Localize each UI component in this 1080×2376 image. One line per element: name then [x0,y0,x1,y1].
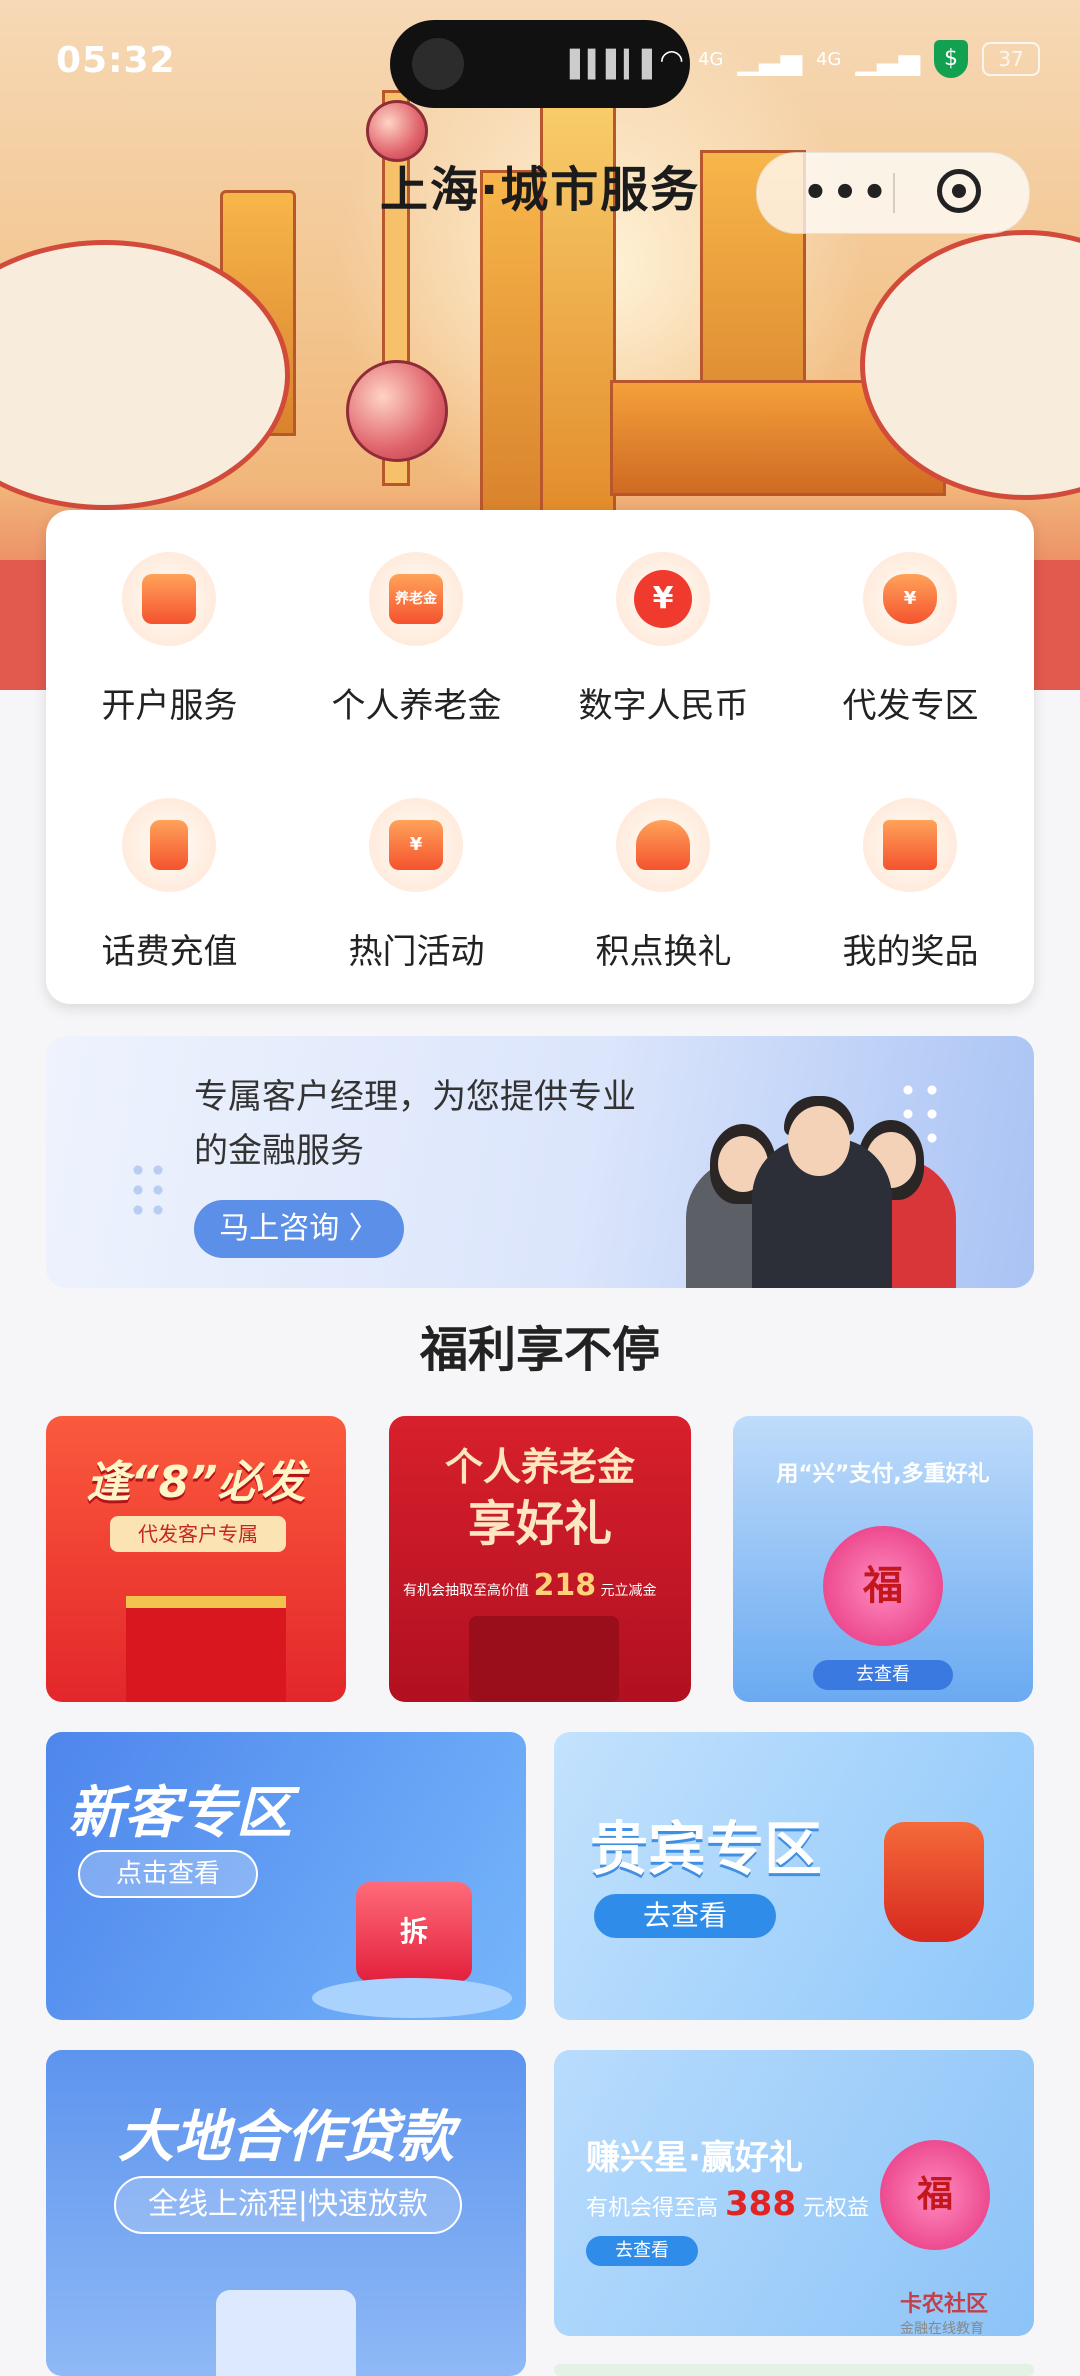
clipboard-illustration [216,2290,356,2376]
gift-box-illustration [126,1596,286,1702]
service-label: 积点换礼 [595,932,732,972]
gift-card-icon: ¥ [369,798,463,892]
close-mini-program-button[interactable] [937,169,981,213]
view-button[interactable]: 去查看 [594,1894,776,1938]
mini-program-capsule: ••• [756,152,1030,234]
promo-next-partial[interactable] [554,2364,1034,2376]
promo-payroll-8[interactable]: 逢“8”必发 代发客户专属 [46,1416,346,1702]
capsule-divider [893,173,895,213]
promo-new-customer[interactable]: 新客专区 点击查看 拆 [46,1732,526,2020]
service-payroll[interactable]: ¥ 代发专区 [787,510,1034,740]
promo-dadi-loan[interactable]: 大地合作贷款 全线上流程|快速放款 [46,2050,526,2376]
signal-bars-icon: ▁▃▅ [855,42,920,76]
gift-box-illustration: 拆 [356,1882,472,1982]
service-digital-rmb[interactable]: ¥ 数字人民币 [540,510,787,740]
lucky-bag-icon: 福 [880,2140,990,2250]
subtitle-text: 元权益 [803,2196,870,2221]
watermark-sub: 金融在线教育 [900,2321,984,2337]
banner-text-line: 专属客户经理，为您提供专业 [194,1077,636,1117]
phone-icon [122,798,216,892]
promo-title: 逢“8”必发 [86,1457,306,1508]
red-bag-illustration [884,1822,984,1942]
service-phone-topup[interactable]: 话费充值 [46,756,293,986]
subtitle-text: 元立减金 [600,1583,657,1599]
digital-rmb-icon: ¥ [616,552,710,646]
promo-subtitle: 全线上流程|快速放款 [114,2176,462,2234]
gift-icon [863,798,957,892]
signal-icon: 4G [815,48,842,70]
card-icon [122,552,216,646]
section-title: 福利享不停 [419,1322,660,1378]
pearl-tower-lower-sphere [346,360,448,462]
service-label: 数字人民币 [578,686,749,726]
promo-title: 大地合作贷款 [118,2105,454,2170]
promo-vip[interactable]: 贵宾专区 去查看 [554,1732,1034,2020]
promo-xing-pay[interactable]: 用“兴”支付,多重好礼 福 去查看 [733,1416,1033,1702]
service-pension[interactable]: 养老金 个人养老金 [293,510,540,740]
gift-box-illustration [469,1616,619,1702]
promo-title: 用“兴”支付,多重好礼 [776,1462,990,1487]
service-grid: 开户服务 养老金 个人养老金 ¥ 数字人民币 ¥ 代发专区 话费充值 ¥ 热门活… [46,510,1034,1004]
service-account-opening[interactable]: 开户服务 [46,510,293,740]
subtitle-text: 有机会抽取至高价值 [403,1583,529,1599]
promo-pension-gift[interactable]: 个人养老金 享好礼 有机会抽取至高价值 218 元立减金 [389,1416,691,1702]
dynamic-island: ▌▍▌▎▌ [390,20,690,108]
promo-title: 个人养老金 [444,1445,635,1489]
banner-text-line: 的金融服务 [194,1131,364,1171]
view-button[interactable]: 去查看 [586,2236,698,2266]
promo-subtitle: 代发客户专属 [110,1516,286,1552]
service-label: 开户服务 [101,686,238,726]
promo-title: 赚兴星·赢好礼 [586,2138,803,2178]
promo-title: 新客专区 [68,1781,292,1846]
signal-icon: 4G [697,48,724,70]
customer-manager-banner[interactable]: 专属客户经理，为您提供专业 的金融服务 马上咨询 〉 [46,1036,1034,1288]
rocking-horse-icon [616,798,710,892]
status-bar: 05:32 ▌▍▌▎▌ ◠ 4G ▁▃▅ 4G ▁▃▅ $ 37 [0,0,1080,130]
promo-subtitle: 有机会抽取至高价值 218 元立减金 [403,1568,677,1603]
money-bag-icon: ¥ [863,552,957,646]
signal-bars-icon: ▁▃▅ [737,42,802,76]
wifi-icon: ◠ [659,42,684,76]
consult-now-button[interactable]: 马上咨询 〉 [194,1200,404,1258]
banner-text: 专属客户经理，为您提供专业 的金融服务 [194,1070,694,1178]
clock: 05:32 [56,40,176,81]
platform-illustration [312,1978,512,2018]
battery-icon: 37 [982,42,1040,76]
system-icons: ◠ 4G ▁▃▅ 4G ▁▃▅ $ 37 [660,40,1040,78]
manager-face [788,1106,850,1176]
watermark-logo: 卡农社区 金融在线教育 [900,2286,988,2338]
service-label: 话费充值 [101,932,238,972]
service-label: 我的奖品 [842,932,979,972]
service-label: 热门活动 [348,932,485,972]
service-label: 代发专区 [842,686,979,726]
promo-title: 享好礼 [467,1496,612,1552]
decor-dots [128,1160,168,1220]
amount: 218 [533,1568,597,1603]
more-menu-button[interactable]: ••• [787,153,907,233]
page-title: 上海·城市服务 [380,162,701,218]
amount: 388 [725,2184,796,2224]
watermark-name: 卡农社区 [900,2292,989,2317]
service-points-exchange[interactable]: 积点换礼 [540,756,787,986]
view-button[interactable]: 去查看 [813,1660,953,1690]
service-label: 个人养老金 [331,686,502,726]
lucky-bag-icon: 福 [823,1526,943,1646]
promo-title: 贵宾专区 [590,1815,823,1883]
security-shield-icon: $ [934,40,968,78]
subtitle-text: 有机会得至高 [586,2196,719,2221]
pension-icon: 养老金 [369,552,463,646]
service-hot-events[interactable]: ¥ 热门活动 [293,756,540,986]
service-my-prizes[interactable]: 我的奖品 [787,756,1034,986]
camera-icon [412,38,464,90]
click-view-button[interactable]: 点击查看 [78,1850,258,1898]
promo-subtitle: 有机会得至高 388 元权益 [586,2184,869,2224]
audio-wave-icon: ▌▍▌▎▌ [570,50,662,80]
